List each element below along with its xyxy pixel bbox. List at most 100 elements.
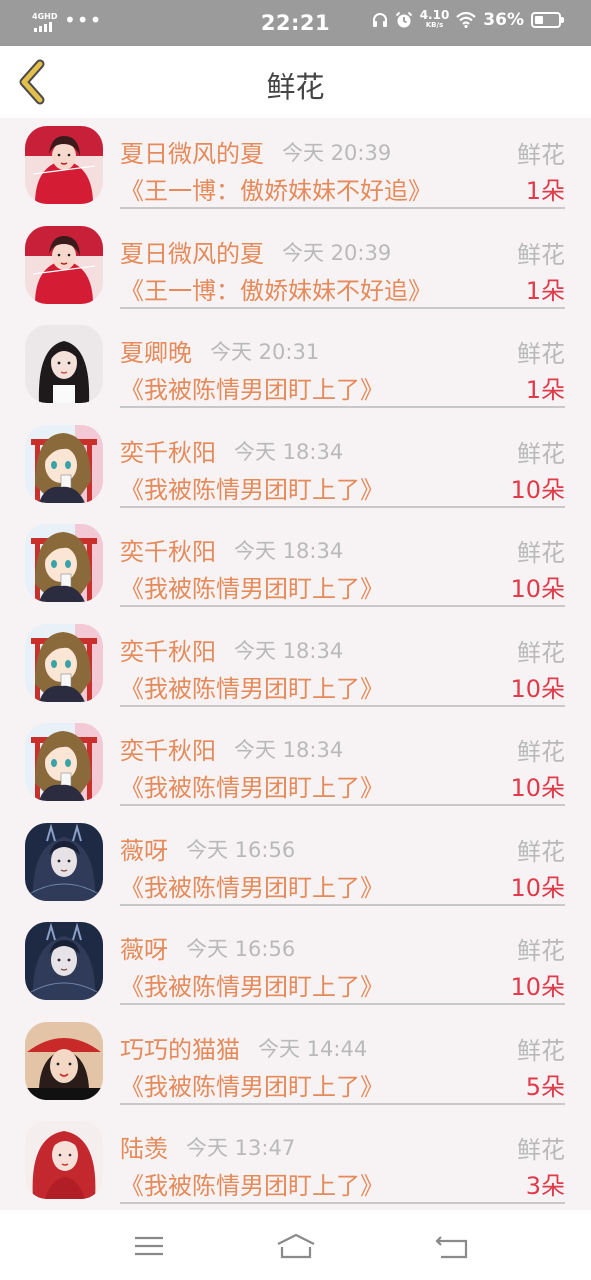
book-title[interactable]: 《我被陈情男团盯上了》 bbox=[120, 669, 384, 704]
avatar[interactable] bbox=[25, 524, 103, 602]
flower-gift-list: 夏日微风的夏 今天 20:39 鲜花 《王一博：傲娇妹妹不好追》 1朵 夏日微风的夏 今天 … bbox=[0, 118, 591, 1213]
book-title[interactable]: 《我被陈情男团盯上了》 bbox=[120, 1067, 384, 1102]
back-icon[interactable] bbox=[432, 1230, 472, 1262]
user-name[interactable]: 陆羡 bbox=[120, 1129, 168, 1164]
gift-record-row[interactable]: 奕千秋阳 今天 18:34 鲜花《我被陈情男团盯上了》 10朵 bbox=[0, 616, 591, 716]
user-name[interactable]: 薇呀 bbox=[120, 930, 168, 965]
gift-record-row[interactable]: 夏日微风的夏 今天 20:39 鲜花《王一博：傲娇妹妹不好追》 1朵 bbox=[0, 218, 591, 318]
row-divider bbox=[120, 704, 565, 707]
user-name[interactable]: 薇呀 bbox=[120, 831, 168, 866]
gift-type: 鲜花 bbox=[517, 141, 565, 169]
wifi-icon bbox=[456, 12, 477, 28]
battery-percent: 36% bbox=[483, 10, 524, 30]
avatar[interactable] bbox=[25, 325, 103, 403]
flower-count: 10朵 bbox=[510, 774, 565, 802]
status-bar: 4GHD ••• 22:21 4.10 KB/s 36% bbox=[0, 0, 591, 46]
user-name[interactable]: 夏日微风的夏 bbox=[120, 134, 264, 169]
gift-record-row[interactable]: 夏日微风的夏 今天 20:39 鲜花《王一博：傲娇妹妹不好追》 1朵 bbox=[0, 118, 591, 218]
gift-time: 今天 16:56 bbox=[186, 937, 296, 961]
gift-type: 鲜花 bbox=[517, 439, 565, 468]
avatar[interactable] bbox=[25, 1021, 103, 1100]
gift-time: 今天 14:44 bbox=[258, 1036, 368, 1061]
gift-type: 鲜花 bbox=[517, 240, 565, 269]
avatar[interactable] bbox=[25, 623, 103, 702]
avatar[interactable] bbox=[25, 1121, 103, 1199]
system-nav-bar bbox=[0, 1210, 591, 1280]
gift-record-row[interactable]: 巧巧的猫猫 今天 14:44 鲜花 《我被陈情男团盯上了》 5朵 bbox=[0, 1014, 591, 1114]
gift-time: 今天 18:34 bbox=[234, 439, 344, 464]
gift-time: 今天 16:56 bbox=[186, 837, 296, 862]
flower-count: 1朵 bbox=[525, 177, 565, 205]
gift-time: 今天 18:34 bbox=[234, 738, 344, 762]
user-name[interactable]: 夏卿晚 bbox=[120, 333, 192, 368]
gift-record-row[interactable]: 薇呀 今天 16:56 鲜花《我被陈情男团盯上了》 10朵 bbox=[0, 815, 591, 915]
user-name[interactable]: 巧巧的猫猫 bbox=[120, 1030, 240, 1065]
flower-count: 1朵 bbox=[525, 276, 565, 305]
gift-type: 鲜花 bbox=[517, 837, 565, 866]
flower-count: 3朵 bbox=[525, 1172, 565, 1200]
menu-icon[interactable] bbox=[129, 1230, 169, 1262]
gift-record-row[interactable]: 陆羡 今天 13:47 鲜花《我被陈情男团盯上了》 3朵 bbox=[0, 1113, 591, 1213]
book-title[interactable]: 《我被陈情男团盯上了》 bbox=[120, 569, 384, 604]
book-title[interactable]: 《我被陈情男团盯上了》 bbox=[120, 967, 384, 1002]
avatar[interactable] bbox=[25, 822, 103, 901]
avatar[interactable] bbox=[25, 723, 103, 801]
book-title[interactable]: 《我被陈情男团盯上了》 bbox=[120, 768, 384, 803]
gift-record-row[interactable]: 奕千秋阳 今天 18:34 鲜花《我被陈情男团盯上了》 10朵 bbox=[0, 516, 591, 616]
page-title: 鲜花 bbox=[266, 70, 325, 104]
gift-time: 今天 20:31 bbox=[210, 340, 320, 364]
app-header: 鲜花 bbox=[0, 46, 591, 118]
row-divider bbox=[120, 207, 565, 209]
flower-count: 10朵 bbox=[510, 475, 565, 504]
row-divider bbox=[120, 1003, 565, 1005]
gift-type: 鲜花 bbox=[517, 1136, 565, 1164]
gift-record-row[interactable]: 奕千秋阳 今天 18:34 鲜花《我被陈情男团盯上了》 10朵 bbox=[0, 715, 591, 815]
gift-time: 今天 13:47 bbox=[186, 1136, 296, 1160]
book-title[interactable]: 《我被陈情男团盯上了》 bbox=[120, 370, 384, 405]
alarm-icon bbox=[395, 11, 412, 28]
gift-time: 今天 20:39 bbox=[282, 141, 392, 165]
gift-time: 今天 18:34 bbox=[234, 638, 344, 663]
row-divider bbox=[120, 804, 565, 806]
book-title[interactable]: 《王一博：傲娇妹妹不好追》 bbox=[120, 271, 432, 306]
gift-type: 鲜花 bbox=[517, 937, 565, 965]
network-speed: 4.10 KB/s bbox=[419, 8, 450, 29]
row-divider bbox=[120, 1202, 565, 1204]
battery-icon bbox=[531, 12, 564, 28]
gift-time: 今天 20:39 bbox=[282, 240, 392, 265]
gift-type: 鲜花 bbox=[517, 539, 565, 567]
flower-count: 10朵 bbox=[510, 873, 565, 902]
gift-time: 今天 18:34 bbox=[234, 539, 344, 563]
user-name[interactable]: 夏日微风的夏 bbox=[120, 234, 264, 269]
user-name[interactable]: 奕千秋阳 bbox=[120, 632, 216, 667]
row-divider bbox=[120, 505, 565, 508]
flower-count: 1朵 bbox=[525, 376, 565, 404]
book-title[interactable]: 《我被陈情男团盯上了》 bbox=[120, 1166, 384, 1201]
gift-record-row[interactable]: 薇呀 今天 16:56 鲜花《我被陈情男团盯上了》 10朵 bbox=[0, 914, 591, 1014]
row-divider bbox=[120, 406, 565, 408]
gift-record-row[interactable]: 夏卿晚 今天 20:31 鲜花《我被陈情男团盯上了》 1朵 bbox=[0, 317, 591, 417]
row-divider bbox=[120, 1102, 565, 1105]
flower-count: 10朵 bbox=[510, 973, 565, 1001]
book-title[interactable]: 《王一博：傲娇妹妹不好追》 bbox=[120, 171, 432, 206]
book-title[interactable]: 《我被陈情男团盯上了》 bbox=[120, 868, 384, 903]
gift-type: 鲜花 bbox=[517, 638, 565, 667]
user-name[interactable]: 奕千秋阳 bbox=[120, 731, 216, 766]
user-name[interactable]: 奕千秋阳 bbox=[120, 532, 216, 567]
flower-count: 5朵 bbox=[525, 1072, 565, 1101]
avatar[interactable] bbox=[25, 126, 103, 204]
flower-count: 10朵 bbox=[510, 674, 565, 703]
gift-type: 鲜花 bbox=[517, 738, 565, 766]
row-divider bbox=[120, 605, 565, 607]
avatar[interactable] bbox=[25, 922, 103, 1000]
flower-count: 10朵 bbox=[510, 575, 565, 603]
headphones-icon bbox=[372, 13, 387, 27]
row-divider bbox=[120, 903, 565, 906]
home-icon[interactable] bbox=[276, 1230, 316, 1262]
avatar[interactable] bbox=[25, 225, 103, 304]
book-title[interactable]: 《我被陈情男团盯上了》 bbox=[120, 470, 384, 505]
gift-record-row[interactable]: 奕千秋阳 今天 18:34 鲜花《我被陈情男团盯上了》 10朵 bbox=[0, 417, 591, 517]
avatar[interactable] bbox=[25, 424, 103, 503]
gift-type: 鲜花 bbox=[517, 340, 565, 368]
user-name[interactable]: 奕千秋阳 bbox=[120, 433, 216, 468]
